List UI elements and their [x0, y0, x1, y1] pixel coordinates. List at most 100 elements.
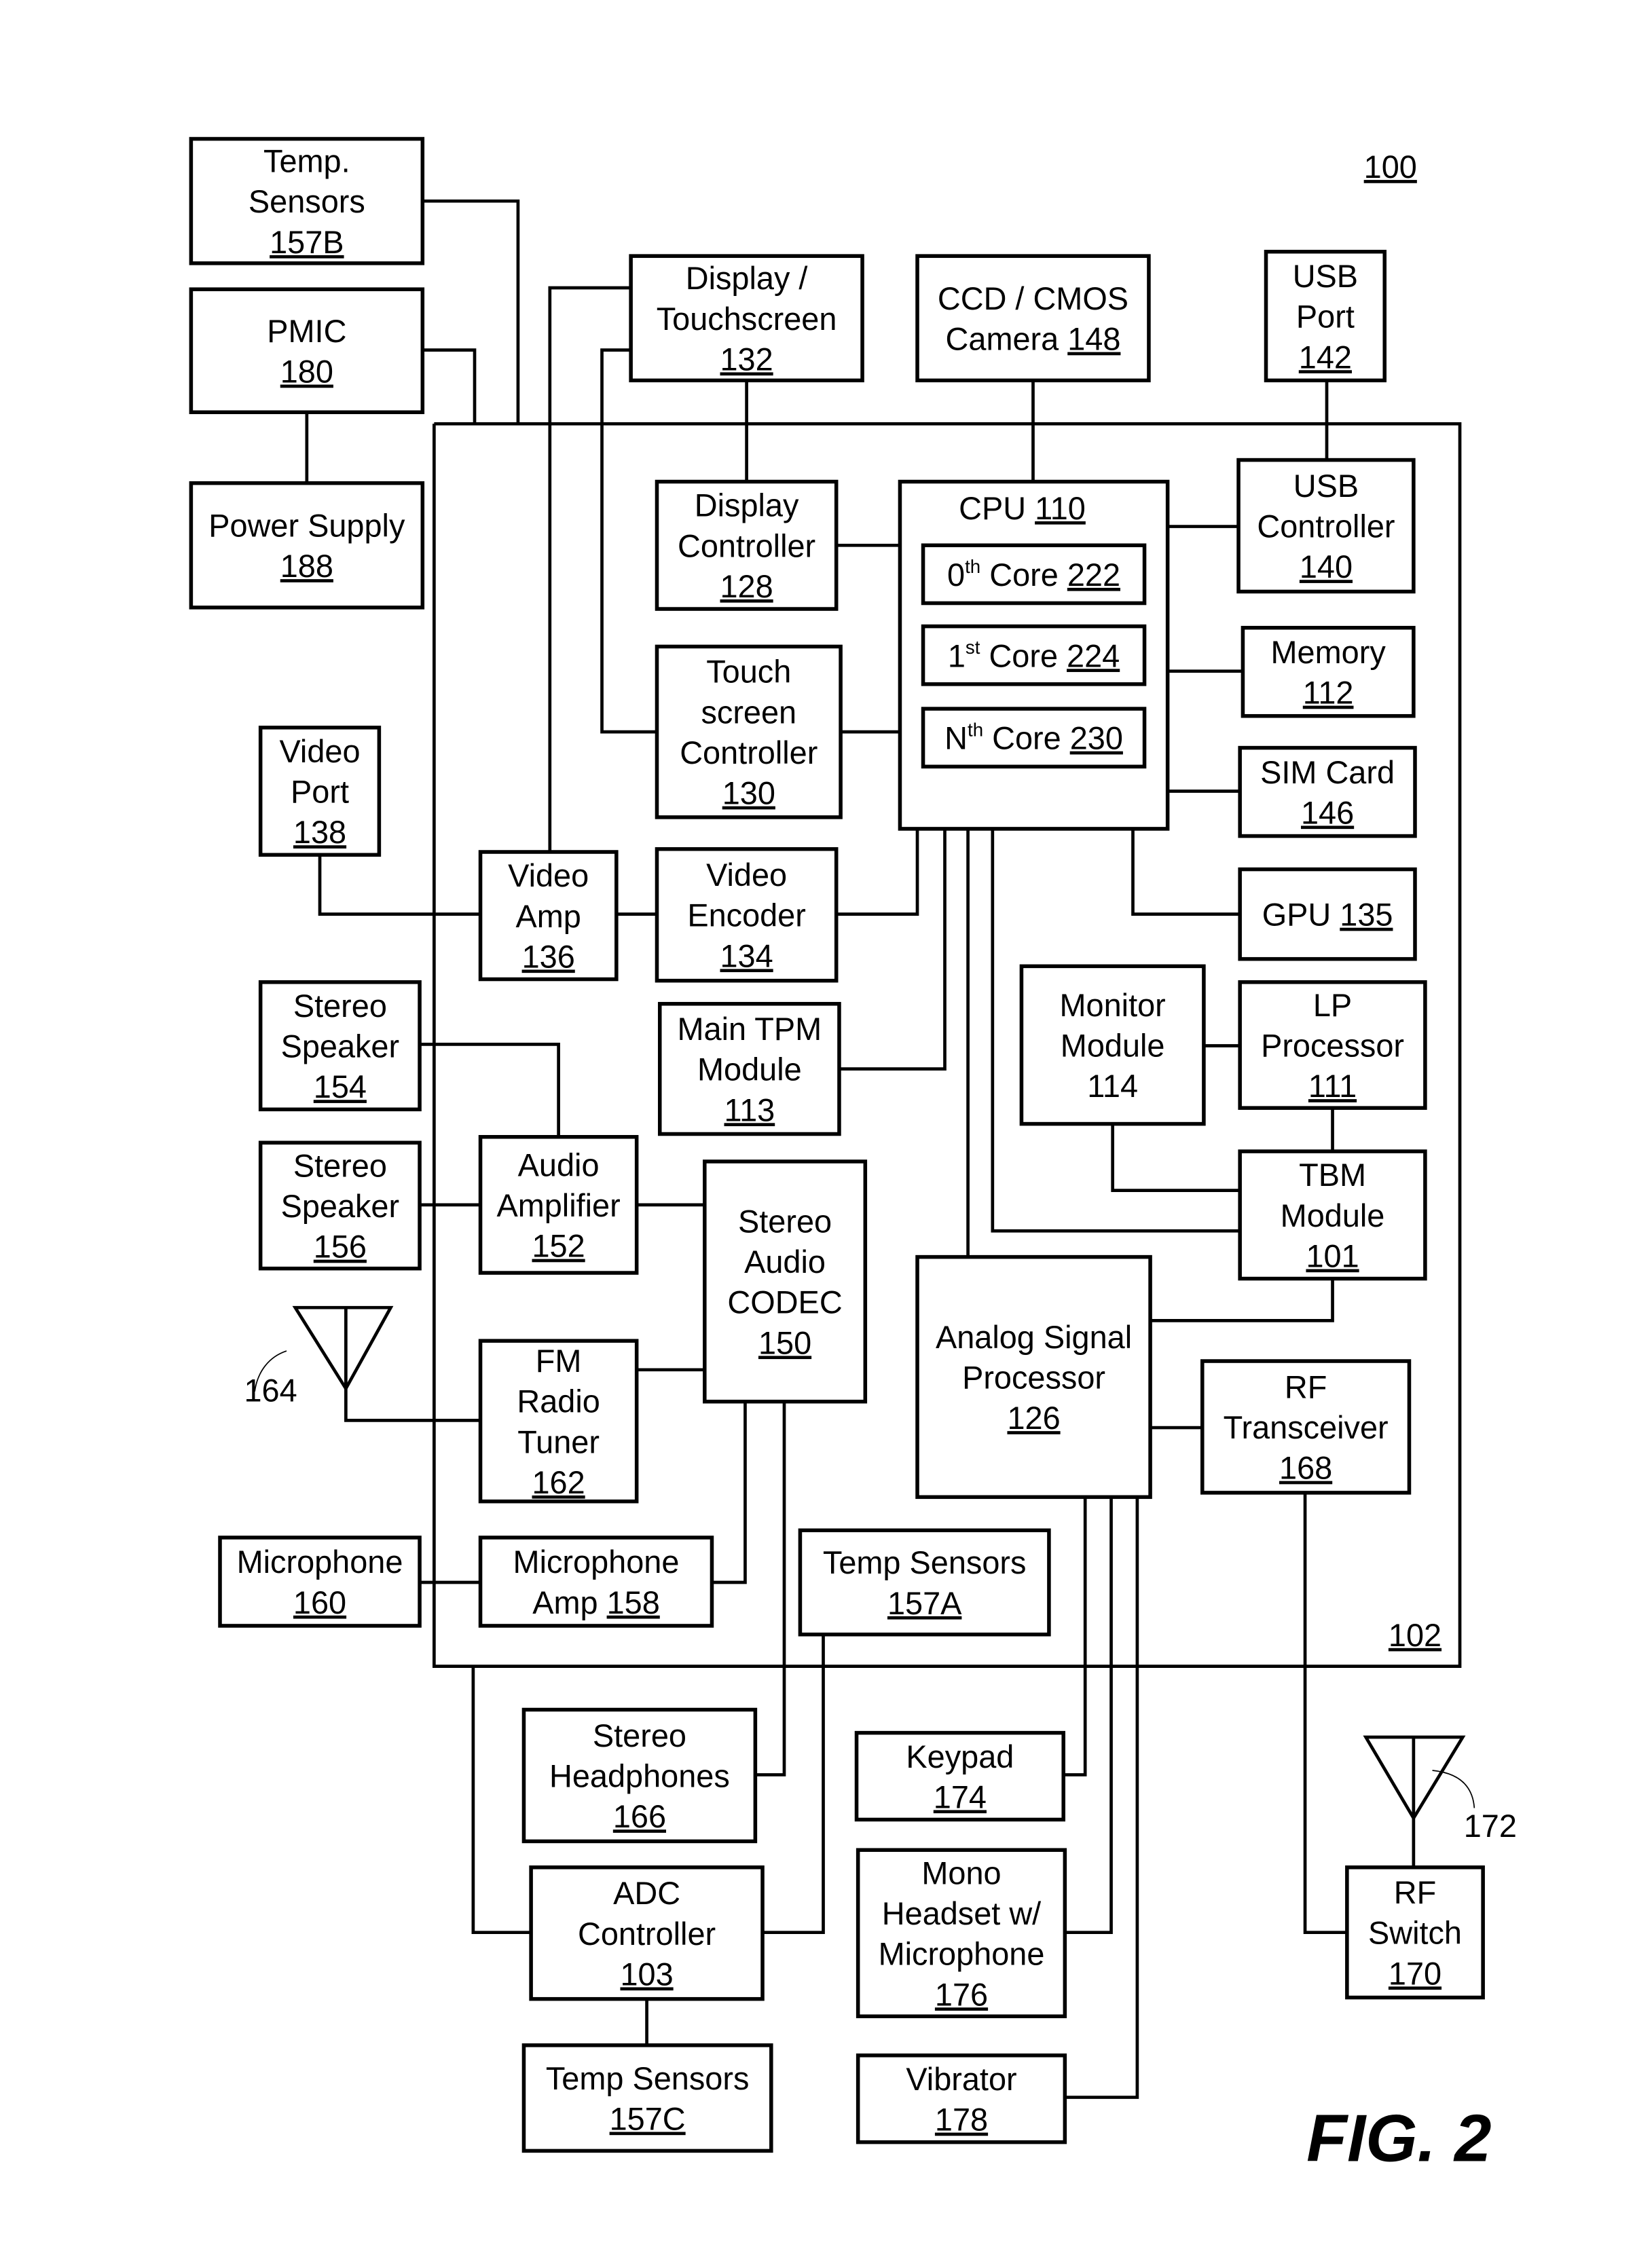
block-microphone: Microphone 160	[218, 1536, 422, 1628]
block-label: Mono	[921, 1855, 1001, 1891]
wire	[1303, 1492, 1347, 1935]
block-ref: 101	[1306, 1239, 1359, 1274]
block-label: Temp Sensors	[546, 2061, 750, 2096]
block-label: Stereo	[738, 1204, 832, 1239]
chip-ref-label: 102	[1389, 1618, 1441, 1653]
block-ref: 140	[1300, 549, 1353, 584]
block-ref: 136	[522, 939, 575, 974]
block-display-touchscreen: Display / Touchscreen 132	[629, 254, 864, 383]
block-ref: 130	[722, 776, 775, 811]
wire	[712, 1401, 747, 1584]
block-label: Controller	[1257, 509, 1395, 544]
wire	[755, 1401, 786, 1777]
block-ref: 110	[1035, 491, 1086, 526]
block-core-n: Nth Core 230	[921, 707, 1147, 769]
block-ref: 157B	[270, 225, 344, 260]
block-label: Microphone	[879, 1937, 1045, 1972]
block-power-supply: Power Supply 188	[189, 481, 425, 610]
block-main-tpm-module: Main TPM Module 113	[657, 1001, 841, 1136]
block-label: CODEC	[727, 1285, 842, 1320]
block-ref: 111	[1308, 1068, 1357, 1104]
block-ref: 132	[720, 341, 773, 377]
block-ref: 168	[1279, 1451, 1332, 1486]
block-label: PMIC	[267, 314, 346, 349]
block-label: Main TPM	[678, 1011, 822, 1047]
block-label: Encoder	[687, 898, 806, 933]
block-label-text: Amp	[532, 1585, 606, 1620]
block-usb-controller: USB Controller 140	[1236, 458, 1416, 594]
block-label: Amp 158	[532, 1585, 660, 1620]
figure-title: FIG. 2	[1306, 2100, 1491, 2175]
block-analog-signal-processor: Analog Signal Processor 126	[915, 1254, 1152, 1500]
block-ref: 158	[607, 1585, 660, 1620]
block-ref: 112	[1303, 675, 1354, 711]
wire	[1065, 1497, 1139, 2099]
block-label: Microphone	[237, 1544, 403, 1580]
block-video-encoder: Video Encoder 134	[655, 847, 839, 983]
block-adc-controller: ADC Controller 103	[529, 1865, 765, 2001]
block-label: Speaker	[281, 1029, 400, 1064]
block-label-text: Core	[980, 557, 1067, 593]
block-ref: 156	[314, 1229, 367, 1265]
block-video-port: Video Port 138	[258, 725, 382, 857]
block-label: GPU 135	[1262, 897, 1393, 933]
block-label: Processor	[1261, 1028, 1404, 1064]
block-label: Analog Signal	[936, 1320, 1132, 1355]
block-label: CCD / CMOS	[938, 281, 1128, 316]
wire	[839, 828, 947, 1071]
block-label-text: GPU	[1262, 897, 1340, 933]
block-label: LP	[1313, 988, 1352, 1023]
block-ref: 134	[720, 938, 773, 973]
block-ref: 154	[314, 1069, 367, 1104]
block-ref: 138	[293, 815, 346, 850]
system-ref-label: 100	[1364, 149, 1417, 185]
block-label: Power Supply	[208, 508, 405, 544]
block-ref: 180	[280, 354, 333, 390]
block-ref: 150	[758, 1325, 811, 1360]
block-diagram: Temp. Sensors 157B PMIC 180 Power Supply 188 Di…	[189, 136, 1517, 2175]
block-label: Monitor	[1060, 988, 1166, 1023]
block-core-0: 0th Core 222	[921, 543, 1147, 606]
block-label: CPU 110	[959, 491, 1086, 526]
block-label: Microphone	[513, 1544, 680, 1580]
block-label: FM	[536, 1343, 582, 1379]
block-label: RF	[1394, 1875, 1436, 1910]
block-usb-port: USB Port 142	[1264, 249, 1387, 383]
block-label-text: Camera	[946, 322, 1068, 357]
block-display-controller: Display Controller 128	[655, 479, 839, 611]
block-box	[189, 287, 425, 415]
block-label: 114	[1087, 1068, 1138, 1104]
block-ref: 152	[532, 1229, 585, 1264]
block-label: Video	[706, 857, 787, 893]
wire	[1065, 1497, 1113, 1935]
block-vibrator: Vibrator 178	[856, 2053, 1067, 2144]
block-label: Controller	[678, 528, 815, 563]
block-label: Temp Sensors	[823, 1545, 1027, 1580]
block-label: Module	[1281, 1198, 1385, 1233]
block-tbm-module: TBM Module 101	[1238, 1149, 1427, 1281]
block-label: Touch	[706, 654, 791, 690]
block-label: Processor	[962, 1360, 1105, 1396]
block-sim-card: SIM Card 146	[1238, 745, 1417, 838]
block-label: Port	[1296, 299, 1355, 335]
block-ref: 174	[934, 1779, 987, 1815]
block-label-text: CPU	[959, 491, 1035, 526]
block-microphone-amp: Microphone Amp 158	[478, 1536, 714, 1628]
block-core-1: 1st Core 224	[921, 624, 1147, 686]
block-ref: 230	[1070, 721, 1123, 756]
block-label: Port	[291, 775, 349, 810]
block-label: Module	[697, 1052, 802, 1087]
block-label: Headphones	[549, 1759, 730, 1794]
block-label: Module	[1061, 1028, 1165, 1064]
block-label: USB	[1293, 468, 1359, 504]
core-ordinal-suffix: st	[966, 637, 980, 658]
block-box	[915, 254, 1151, 383]
block-label: Controller	[680, 735, 818, 770]
block-memory: Memory 112	[1241, 625, 1416, 718]
component-blocks: Temp. Sensors 157B PMIC 180 Power Supply 188 Di…	[189, 136, 1485, 2153]
block-ref: 148	[1067, 322, 1120, 357]
block-audio-amplifier: Audio Amplifier 152	[478, 1134, 639, 1275]
block-label: Display /	[686, 261, 809, 296]
wire	[344, 1388, 481, 1422]
wire	[1150, 1278, 1334, 1322]
